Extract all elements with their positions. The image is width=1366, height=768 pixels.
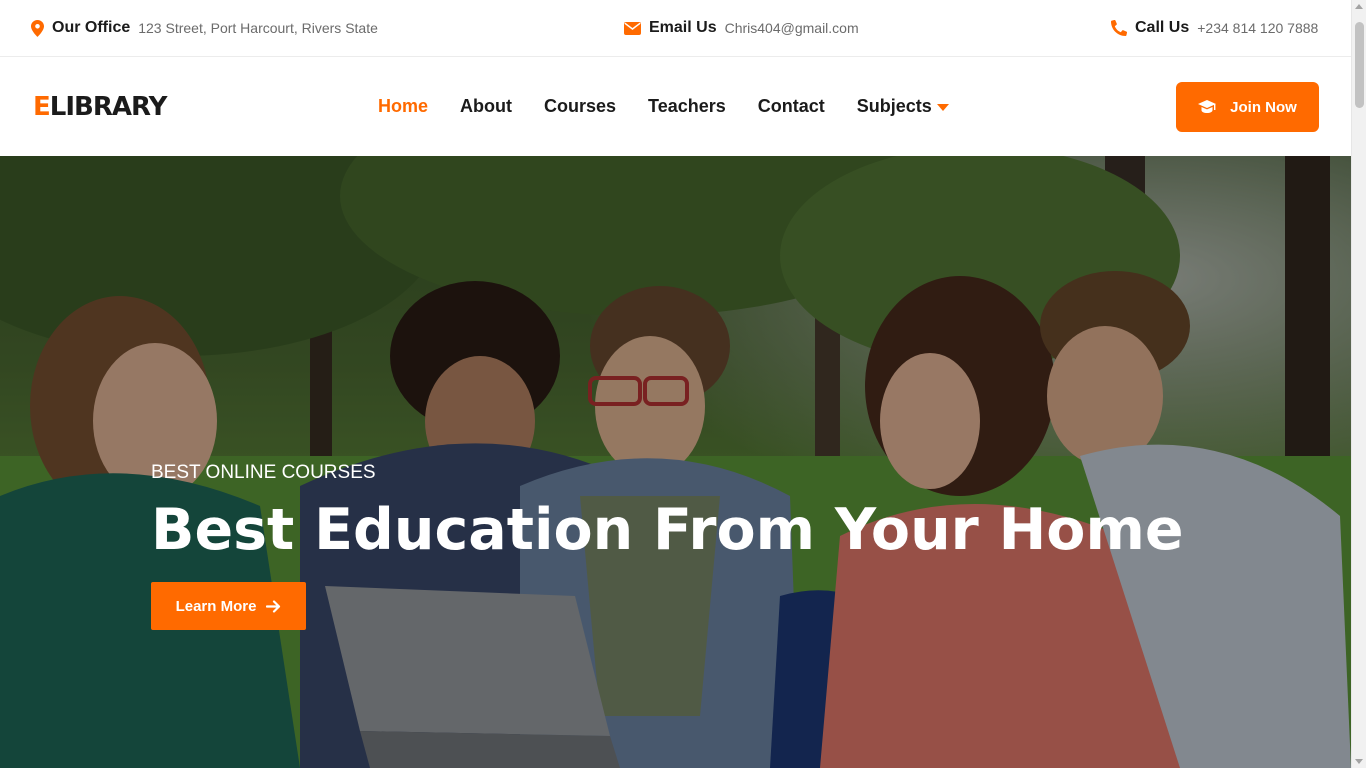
phone-number[interactable]: +234 814 120 7888 xyxy=(1197,20,1318,36)
scroll-down-icon[interactable] xyxy=(1355,759,1363,764)
scrollbar-thumb[interactable] xyxy=(1355,22,1364,108)
map-pin-icon xyxy=(31,19,44,37)
main-menu: Home About Courses Teachers Contact Subj… xyxy=(378,95,981,117)
caret-down-icon xyxy=(936,103,949,111)
hero-banner: BEST ONLINE COURSES Best Education From … xyxy=(0,156,1351,768)
hero-eyebrow: BEST ONLINE COURSES xyxy=(151,462,376,483)
nav-contact[interactable]: Contact xyxy=(758,95,825,117)
email-address[interactable]: Chris404@gmail.com xyxy=(725,20,859,36)
scroll-up-icon[interactable] xyxy=(1355,4,1363,9)
graduation-cap-icon xyxy=(1198,100,1217,114)
envelope-icon xyxy=(624,21,641,35)
office-label: Our Office xyxy=(52,19,131,36)
main-navbar: ELIBRARY Home About Courses Teachers Con… xyxy=(0,58,1351,156)
logo-rest: LIBRARY xyxy=(49,92,168,122)
nav-subjects-dropdown[interactable]: Subjects xyxy=(857,95,949,117)
nav-courses[interactable]: Courses xyxy=(544,95,616,117)
join-now-label: Join Now xyxy=(1230,98,1297,116)
site-logo[interactable]: ELIBRARY xyxy=(33,92,168,122)
nav-about[interactable]: About xyxy=(460,95,512,117)
page-scrollbar[interactable] xyxy=(1351,0,1366,768)
call-label: Call Us xyxy=(1135,19,1190,36)
hero-headline: Best Education From Your Home xyxy=(151,497,1184,563)
email-info: Email Us Chris404@gmail.com xyxy=(624,17,859,39)
phone-icon xyxy=(1111,20,1127,36)
nav-teachers[interactable]: Teachers xyxy=(648,95,726,117)
email-label: Email Us xyxy=(649,19,717,36)
join-now-button[interactable]: Join Now xyxy=(1176,82,1319,132)
office-address: 123 Street, Port Harcourt, Rivers State xyxy=(138,20,378,36)
hero-content: BEST ONLINE COURSES Best Education From … xyxy=(151,461,1184,630)
office-info: Our Office 123 Street, Port Harcourt, Ri… xyxy=(31,17,378,39)
top-info-bar: Our Office 123 Street, Port Harcourt, Ri… xyxy=(0,0,1351,57)
call-info: Call Us +234 814 120 7888 xyxy=(1111,17,1318,39)
learn-more-button[interactable]: Learn More xyxy=(151,582,306,630)
nav-home[interactable]: Home xyxy=(378,95,428,117)
arrow-right-icon xyxy=(266,599,281,613)
logo-first-letter: E xyxy=(33,92,51,122)
learn-more-label: Learn More xyxy=(175,597,257,615)
